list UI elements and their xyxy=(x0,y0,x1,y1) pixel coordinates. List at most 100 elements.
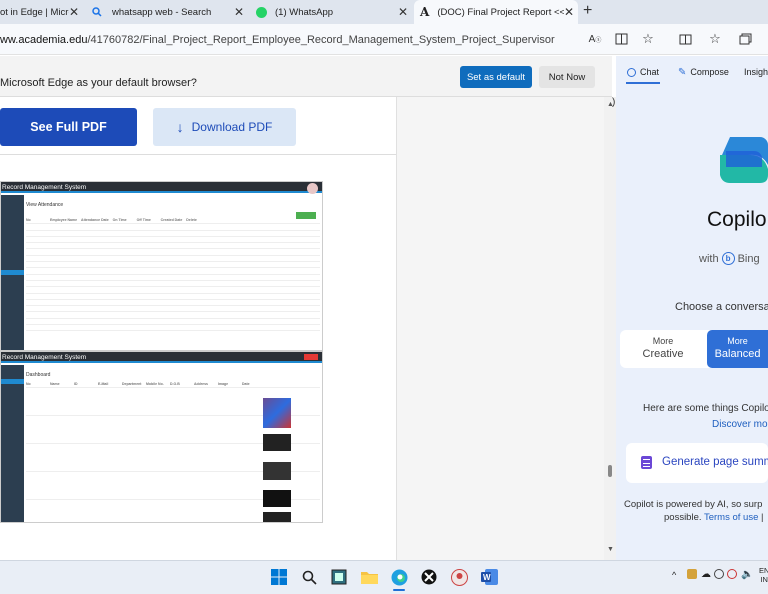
download-pdf-button[interactable]: ↓ Download PDF xyxy=(153,108,296,146)
tab-title: ot in Edge | Micro xyxy=(0,6,69,18)
table-header-cell: On Time xyxy=(112,218,127,222)
disclaimer-line: Copilot is powered by AI, so surp xyxy=(624,499,763,510)
set-default-button[interactable]: Set as default xyxy=(460,66,532,88)
tone-balanced-button[interactable]: More Balanced xyxy=(707,330,768,368)
globe-icon[interactable] xyxy=(714,569,724,579)
screenshot-heading: Dashboard xyxy=(26,372,51,378)
tray-expand-icon[interactable]: ^ xyxy=(672,570,676,580)
attendance-table: View Attendance No Employee Name Attendanc… xyxy=(26,202,320,332)
favorite-star-icon[interactable]: ☆ xyxy=(639,30,657,48)
immersive-reader-icon[interactable] xyxy=(612,30,630,48)
document-icon xyxy=(641,456,652,469)
table-header-cell: Address xyxy=(194,382,209,386)
scrollbar[interactable]: ▲ ▼ xyxy=(604,97,616,560)
favorites-icon[interactable]: ☆ xyxy=(706,30,724,48)
employee-photo xyxy=(263,462,291,480)
edge-icon[interactable] xyxy=(389,567,409,587)
whatsapp-icon xyxy=(256,6,267,18)
table-header-cell: ID xyxy=(74,382,78,386)
choose-style-text: Choose a conversa xyxy=(675,301,768,313)
table-header-cell: Created Date xyxy=(160,218,183,222)
collections-icon[interactable] xyxy=(736,30,754,48)
url-path: /41760782/Final_Project_Report_Employee_… xyxy=(87,34,555,46)
windows-start-icon[interactable] xyxy=(269,567,289,587)
close-icon[interactable]: ✕ xyxy=(398,5,412,19)
employee-photo xyxy=(263,490,291,507)
table-header-cell: Employee Name xyxy=(50,218,78,222)
tab-compose[interactable]: ✎ Compose xyxy=(678,62,729,82)
screenshot-sidebar xyxy=(1,195,24,350)
tab-chat[interactable]: Chat xyxy=(627,62,659,82)
screenshot-title: Record Management System xyxy=(2,354,87,361)
new-tab-button[interactable]: + xyxy=(583,2,592,20)
app-icon[interactable] xyxy=(449,567,469,587)
taskbar xyxy=(0,560,768,594)
task-view-icon[interactable] xyxy=(329,567,349,587)
tray-app-icon[interactable] xyxy=(687,569,697,579)
cloud-icon[interactable]: ☁ xyxy=(701,569,711,580)
tray-status-icon[interactable] xyxy=(727,569,737,579)
url-field[interactable]: ww.academia.edu/41760782/Final_Project_R… xyxy=(0,34,555,46)
tab-whatsapp[interactable]: (1) WhatsApp ✕ xyxy=(250,0,412,24)
screenshot-heading: View Attendance xyxy=(26,202,64,208)
active-app-indicator xyxy=(393,589,405,591)
table-header-cell: No xyxy=(26,218,31,222)
close-icon[interactable]: ✕ xyxy=(234,5,248,19)
bing-icon: b xyxy=(721,252,735,265)
tone-balanced-label: Balanced xyxy=(714,348,761,360)
tone-creative-button[interactable]: More Creative xyxy=(620,330,706,368)
xbox-icon[interactable] xyxy=(419,567,439,587)
tab-title: (DOC) Final Project Report <<Em xyxy=(437,6,564,18)
employee-photo xyxy=(263,512,291,522)
table-header-cell: No xyxy=(26,382,31,386)
copilot-logo-icon xyxy=(716,133,768,185)
table-header-cell: Name xyxy=(50,382,60,386)
tab-whatsapp-search[interactable]: whatsapp web - Search ✕ xyxy=(86,0,248,24)
language-indicator[interactable]: EN IN xyxy=(759,566,768,584)
screenshot-sidebar xyxy=(1,365,24,522)
table-header-cell: Mobile No. xyxy=(146,382,164,386)
tab-title: (1) WhatsApp xyxy=(275,6,334,18)
close-icon[interactable]: ✕ xyxy=(564,5,578,19)
svg-text:W: W xyxy=(483,573,491,582)
academia-icon: A xyxy=(420,5,430,19)
infobar-message: Microsoft Edge as your default browser? xyxy=(0,77,197,89)
copilot-title: Copilo xyxy=(707,208,767,231)
active-tab-indicator xyxy=(626,82,660,84)
table-header-cell: Off Time xyxy=(136,218,151,222)
speaker-icon[interactable]: 🔈 xyxy=(741,569,753,580)
employee-photo xyxy=(263,434,291,451)
tab-insights[interactable]: Insight xyxy=(744,62,768,82)
tone-creative-label: Creative xyxy=(642,348,684,360)
discover-more-link[interactable]: Discover mo xyxy=(712,419,768,430)
lang-code: EN xyxy=(759,566,768,575)
scrollbar-thumb[interactable] xyxy=(608,465,612,477)
see-full-pdf-button[interactable]: See Full PDF xyxy=(0,108,137,146)
arrow-down-icon: ↓ xyxy=(176,119,184,135)
tab-academia-active[interactable]: A (DOC) Final Project Report <<Em ✕ xyxy=(414,0,578,24)
table-header-cell: D.O.B xyxy=(170,382,180,386)
file-explorer-icon[interactable] xyxy=(359,567,379,587)
avatar xyxy=(307,183,318,194)
chat-icon xyxy=(627,67,636,77)
url-host: ww.academia.edu xyxy=(0,34,88,46)
tab-chat-label: Chat xyxy=(640,67,660,77)
tab-edge-default[interactable]: ot in Edge | Micro ✕ xyxy=(0,0,83,24)
table-header-cell: Delete xyxy=(186,218,197,222)
with-bing: with b Bing xyxy=(699,252,760,265)
screenshot-header: Record Management System xyxy=(1,352,322,363)
tab-insights-label: Insight xyxy=(744,67,768,77)
sidebar-resize-icon[interactable]: ) xyxy=(612,97,618,109)
document-gutter xyxy=(396,97,604,560)
not-now-button[interactable]: Not Now xyxy=(539,66,595,88)
table-header-cell: Date xyxy=(242,382,250,386)
search-icon[interactable] xyxy=(299,567,319,587)
split-screen-icon[interactable] xyxy=(676,30,694,48)
screenshot-header: Record Management System xyxy=(1,182,322,193)
close-icon[interactable]: ✕ xyxy=(69,5,83,19)
tab-title: whatsapp web - Search xyxy=(112,6,212,18)
word-icon[interactable]: W xyxy=(479,567,499,587)
terms-of-use-link[interactable]: Terms of use xyxy=(704,512,758,523)
read-aloud-icon[interactable]: Aⓢ xyxy=(586,30,604,48)
search-icon xyxy=(92,7,102,17)
